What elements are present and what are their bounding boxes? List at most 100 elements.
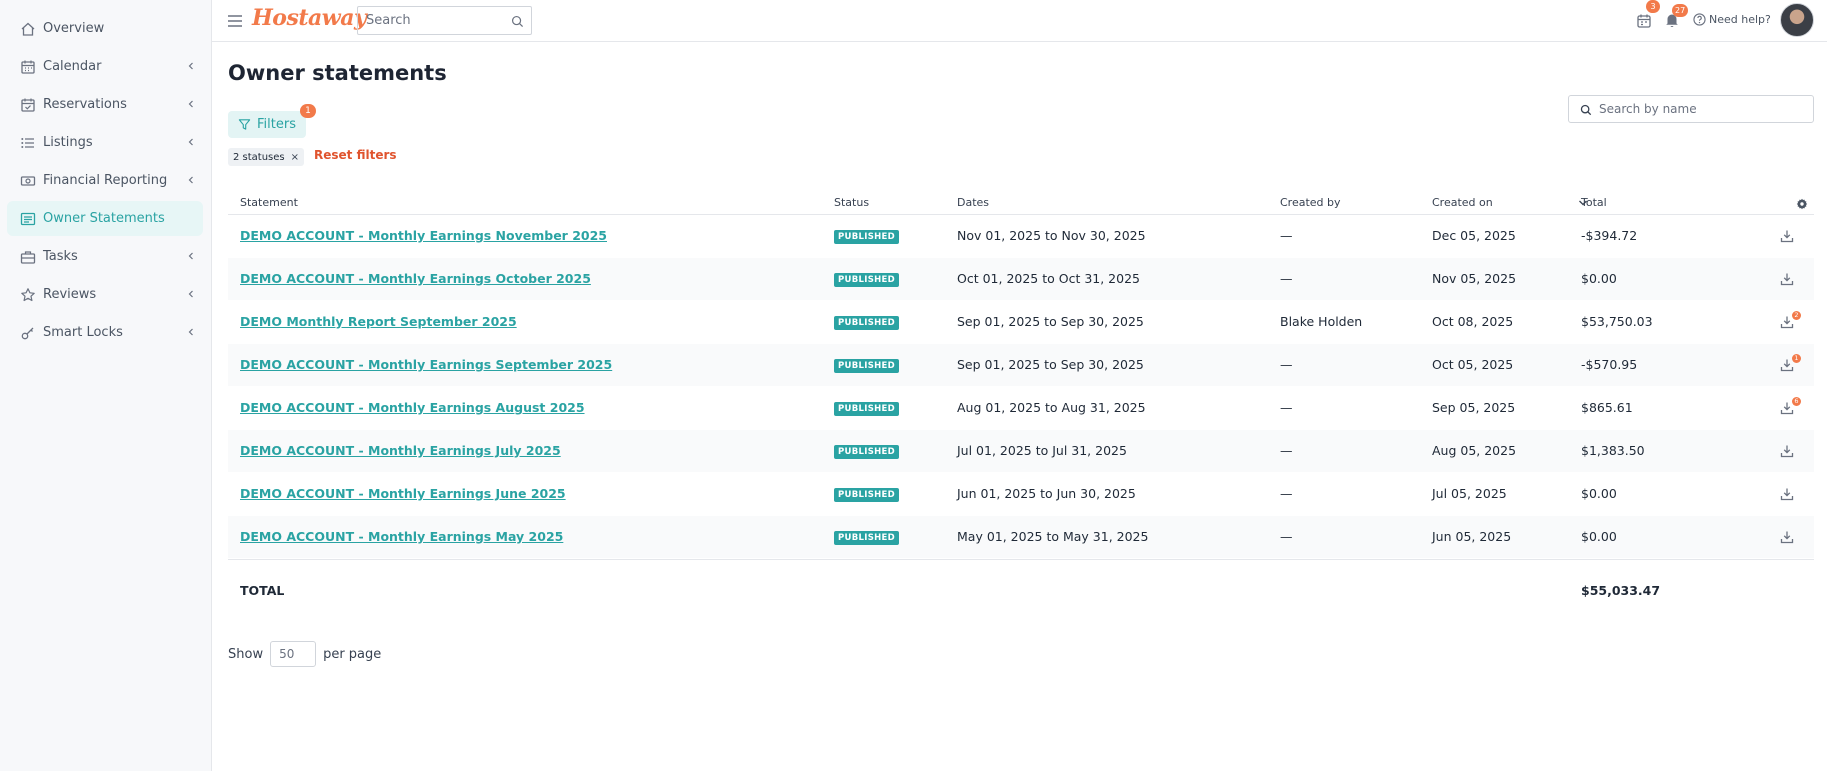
created-by-cell: Blake Holden <box>1280 314 1363 329</box>
total-cell: $865.61 <box>1581 400 1633 415</box>
download-icon[interactable] <box>1780 530 1794 544</box>
total-label: TOTAL <box>240 583 285 598</box>
tasks-calendar-icon[interactable] <box>1636 13 1652 29</box>
briefcase-icon <box>20 251 36 264</box>
show-label: Show <box>228 646 264 662</box>
download-icon[interactable] <box>1780 229 1794 243</box>
column-header-created-by[interactable]: Created by <box>1280 196 1341 209</box>
total-cell: $0.00 <box>1581 529 1617 544</box>
question-circle-icon <box>1693 13 1706 26</box>
per-page-input[interactable] <box>270 641 317 667</box>
filters-label: Filters <box>257 117 296 132</box>
column-header-status[interactable]: Status <box>834 196 869 209</box>
download-icon[interactable] <box>1780 487 1794 501</box>
download-count-badge: 6 <box>1792 397 1801 406</box>
table-row: DEMO Monthly Report September 2025 PUBLIS… <box>228 301 1814 344</box>
created-on-cell: Nov 05, 2025 <box>1432 271 1517 286</box>
created-by-cell: — <box>1280 443 1293 458</box>
created-by-cell: — <box>1280 529 1293 544</box>
table-row: DEMO ACCOUNT - Monthly Earnings June 202… <box>228 473 1814 516</box>
download-icon[interactable] <box>1780 444 1794 458</box>
download-icon[interactable] <box>1780 272 1794 286</box>
statement-link[interactable]: DEMO ACCOUNT - Monthly Earnings October … <box>240 271 591 286</box>
remove-status-filter-icon[interactable]: × <box>291 152 299 163</box>
table-row: DEMO ACCOUNT - Monthly Earnings July 202… <box>228 430 1814 473</box>
status-badge: PUBLISHED <box>834 445 899 459</box>
user-avatar[interactable] <box>1780 3 1814 37</box>
column-header-total[interactable]: Total <box>1581 196 1607 209</box>
status-filter-chip-label: 2 statuses <box>233 151 285 163</box>
sidebar: Overview Calendar Reservations Listings Fina… <box>0 0 212 771</box>
sidebar-item-label: Financial Reporting <box>43 173 168 188</box>
column-header-statement[interactable]: Statement <box>240 196 298 209</box>
calendar-icon <box>21 60 35 74</box>
need-help-link[interactable]: Need help? <box>1693 13 1771 26</box>
money-icon <box>20 176 36 186</box>
per-page-label: per page <box>323 646 382 662</box>
created-on-cell: Dec 05, 2025 <box>1432 228 1516 243</box>
created-on-cell: Aug 05, 2025 <box>1432 443 1517 458</box>
sidebar-item-label: Smart Locks <box>43 325 123 340</box>
sidebar-item-reviews[interactable]: Reviews <box>7 277 203 312</box>
hamburger-menu-icon[interactable] <box>227 13 243 29</box>
chevron-left-icon[interactable] <box>185 60 197 72</box>
dates-cell: Oct 01, 2025 to Oct 31, 2025 <box>957 271 1140 286</box>
total-row: TOTAL $55,033.47 <box>228 559 1814 611</box>
dates-cell: Aug 01, 2025 to Aug 31, 2025 <box>957 400 1146 415</box>
chevron-left-icon[interactable] <box>185 326 197 338</box>
chevron-left-icon[interactable] <box>185 250 197 262</box>
hostaway-logo[interactable]: Hostaway <box>252 5 367 31</box>
filter-funnel-icon <box>238 119 251 130</box>
statement-link[interactable]: DEMO Monthly Report September 2025 <box>240 314 517 329</box>
download-count-badge: 2 <box>1792 311 1801 320</box>
sidebar-item-overview[interactable]: Overview <box>7 11 203 46</box>
gear-icon[interactable] <box>1796 198 1808 210</box>
statement-link[interactable]: DEMO ACCOUNT - Monthly Earnings November… <box>240 228 607 243</box>
total-cell: $0.00 <box>1581 486 1617 501</box>
global-search-input[interactable] <box>366 13 496 28</box>
sidebar-item-label: Owner Statements <box>43 211 165 226</box>
sidebar-item-owner-statements[interactable]: Owner Statements <box>7 201 203 236</box>
sidebar-item-label: Overview <box>43 21 105 36</box>
dates-cell: Sep 01, 2025 to Sep 30, 2025 <box>957 357 1144 372</box>
statement-link[interactable]: DEMO ACCOUNT - Monthly Earnings June 202… <box>240 486 566 501</box>
sidebar-item-calendar[interactable]: Calendar <box>7 49 203 84</box>
created-on-cell: Jun 05, 2025 <box>1432 529 1512 544</box>
statement-link[interactable]: DEMO ACCOUNT - Monthly Earnings July 202… <box>240 443 561 458</box>
main-content: Owner statements Filters 1 2 statuses × … <box>212 42 1827 771</box>
status-badge: PUBLISHED <box>834 488 899 502</box>
global-search[interactable] <box>357 6 532 35</box>
sidebar-item-reservations[interactable]: Reservations <box>7 87 203 122</box>
search-icon <box>1580 104 1592 116</box>
sidebar-item-smart-locks[interactable]: Smart Locks <box>7 315 203 350</box>
created-by-cell: — <box>1280 357 1293 372</box>
chevron-left-icon[interactable] <box>185 98 197 110</box>
total-cell: $1,383.50 <box>1581 443 1645 458</box>
total-cell: $0.00 <box>1581 271 1617 286</box>
column-header-created-on[interactable]: Created on <box>1432 196 1493 209</box>
status-filter-chip: 2 statuses × <box>228 148 305 166</box>
top-header: Hostaway 3 27 Need help? <box>212 0 1827 42</box>
dates-cell: Sep 01, 2025 to Sep 30, 2025 <box>957 314 1144 329</box>
chevron-left-icon[interactable] <box>185 174 197 186</box>
search-by-name[interactable] <box>1568 95 1814 123</box>
chevron-left-icon[interactable] <box>185 136 197 148</box>
filters-button[interactable]: Filters <box>228 111 306 138</box>
reset-filters-link[interactable]: Reset filters <box>314 148 397 162</box>
column-header-dates[interactable]: Dates <box>957 196 989 209</box>
key-icon <box>21 327 34 340</box>
search-icon <box>511 15 524 28</box>
chevron-left-icon[interactable] <box>185 288 197 300</box>
statement-link[interactable]: DEMO ACCOUNT - Monthly Earnings May 2025 <box>240 529 563 544</box>
sidebar-item-listings[interactable]: Listings <box>7 125 203 160</box>
sidebar-item-label: Calendar <box>43 59 102 74</box>
sidebar-item-label: Reviews <box>43 287 97 302</box>
need-help-label: Need help? <box>1709 13 1771 26</box>
statement-link[interactable]: DEMO ACCOUNT - Monthly Earnings Septembe… <box>240 357 612 372</box>
search-by-name-input[interactable] <box>1599 102 1799 116</box>
sidebar-item-financial-reporting[interactable]: Financial Reporting <box>7 163 203 198</box>
statement-link[interactable]: DEMO ACCOUNT - Monthly Earnings August 2… <box>240 400 585 415</box>
dates-cell: Jul 01, 2025 to Jul 31, 2025 <box>957 443 1127 458</box>
sidebar-item-tasks[interactable]: Tasks <box>7 239 203 274</box>
table-body: DEMO ACCOUNT - Monthly Earnings November… <box>228 215 1814 559</box>
